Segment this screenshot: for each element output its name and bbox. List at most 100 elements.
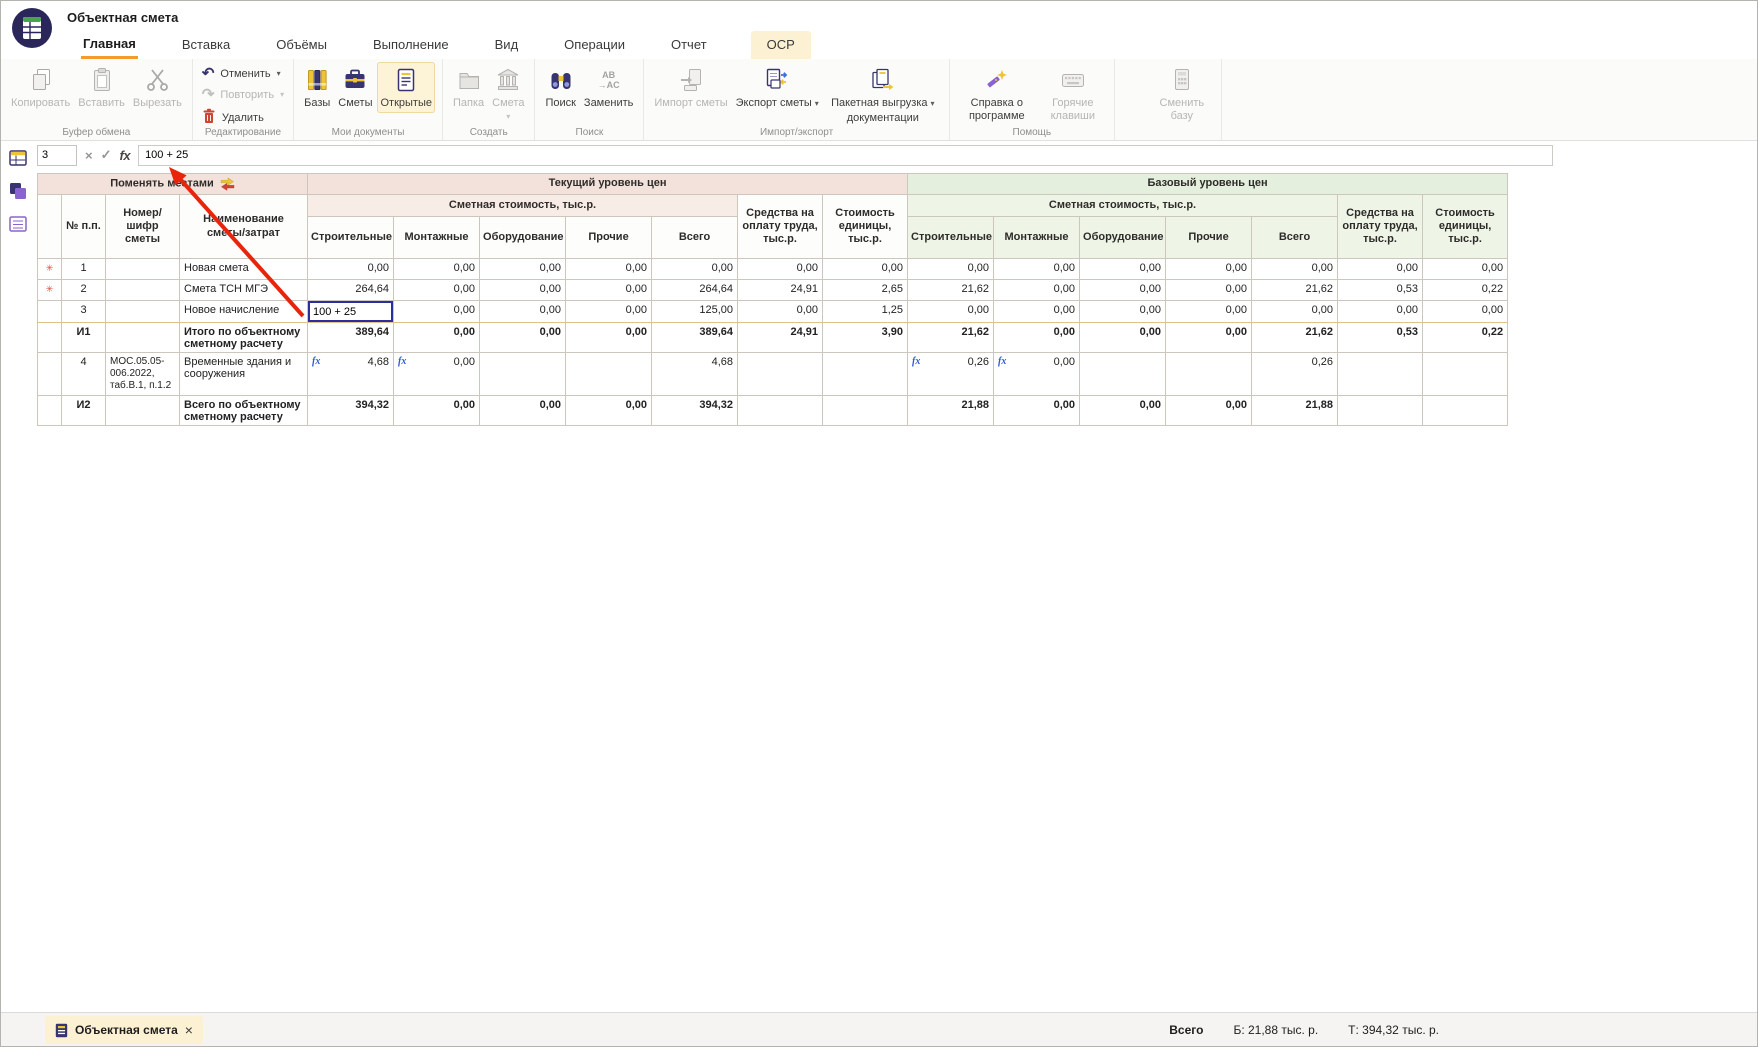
fx-icon[interactable]: fx (120, 148, 131, 163)
value-cell[interactable]: 24,91 (738, 323, 823, 353)
value-cell[interactable]: 0,00 (652, 259, 738, 280)
value-cell[interactable]: 0,00 (1166, 280, 1252, 301)
undo-button[interactable]: ↶ Отменить ▾ (200, 65, 286, 82)
value-cell[interactable]: 0,00 (908, 301, 994, 323)
redo-button[interactable]: ↷ Повторить ▾ (200, 86, 286, 103)
estimate-name-cell[interactable]: Новое начисление (180, 301, 308, 323)
cut-button[interactable]: Вырезать (130, 62, 185, 113)
value-cell[interactable]: 0,53 (1338, 280, 1423, 301)
value-cell[interactable]: 0,00 (394, 395, 480, 425)
value-cell[interactable]: 0,22 (1423, 323, 1508, 353)
value-cell[interactable]: 0,00 (566, 323, 652, 353)
row-number-cell[interactable]: И2 (62, 395, 106, 425)
value-cell[interactable]: 0,00 (1166, 395, 1252, 425)
value-cell[interactable]: 0,00 (1080, 301, 1166, 323)
value-cell[interactable]: 0,00 (1338, 301, 1423, 323)
cell-formula-input[interactable] (308, 301, 393, 322)
tab-vypolnenie[interactable]: Выполнение (371, 31, 451, 59)
value-cell[interactable]: 0,00 (566, 301, 652, 323)
value-cell[interactable]: 0,00 (394, 323, 480, 353)
cell-reference-input[interactable] (37, 145, 77, 166)
value-cell[interactable]: 0,00 (394, 301, 480, 323)
tab-operacii[interactable]: Операции (562, 31, 627, 59)
tab-vstavka[interactable]: Вставка (180, 31, 232, 59)
value-cell[interactable]: 0,00 (1252, 301, 1338, 323)
paste-button[interactable]: Вставить (75, 62, 128, 113)
value-cell[interactable] (1338, 395, 1423, 425)
panel-sections-icon[interactable] (5, 211, 31, 237)
hotkeys-button[interactable]: Горячие клавиши (1039, 62, 1107, 126)
row-number-cell[interactable]: 2 (62, 280, 106, 301)
value-cell[interactable]: 21,88 (908, 395, 994, 425)
search-button[interactable]: Поиск (542, 62, 578, 113)
row-number-cell[interactable]: 4 (62, 353, 106, 396)
value-cell[interactable]: 4,68 (652, 353, 738, 396)
value-cell[interactable] (738, 395, 823, 425)
value-cell[interactable]: 21,88 (1252, 395, 1338, 425)
value-cell[interactable] (1423, 395, 1508, 425)
estimate-name-cell[interactable]: Новая смета (180, 259, 308, 280)
value-cell[interactable]: fx4,68 (308, 353, 394, 396)
value-cell[interactable]: 0,00 (1423, 259, 1508, 280)
bases-button[interactable]: Базы (301, 62, 333, 113)
value-cell[interactable]: 0,00 (1423, 301, 1508, 323)
chevron-down-icon[interactable]: ▾ (277, 69, 281, 78)
cancel-icon[interactable]: × (85, 148, 93, 163)
value-cell[interactable] (566, 353, 652, 396)
close-icon[interactable]: × (185, 1023, 193, 1037)
value-cell[interactable]: 0,00 (480, 259, 566, 280)
value-cell[interactable]: 394,32 (652, 395, 738, 425)
value-cell[interactable] (823, 395, 908, 425)
value-cell[interactable] (1338, 353, 1423, 396)
replace-button[interactable]: AB→AC Заменить (581, 62, 636, 113)
export-estimate-button[interactable]: Экспорт сметы▾ (733, 62, 822, 113)
value-cell[interactable]: 0,00 (394, 280, 480, 301)
value-cell[interactable]: 21,62 (908, 323, 994, 353)
estimate-code-cell[interactable] (106, 301, 180, 323)
value-cell[interactable]: 0,00 (1166, 323, 1252, 353)
value-cell[interactable]: fx0,00 (394, 353, 480, 396)
value-cell[interactable]: fx0,00 (994, 353, 1080, 396)
confirm-icon[interactable]: ✓ (101, 147, 112, 163)
value-cell[interactable]: 0,00 (1166, 301, 1252, 323)
estimate-code-cell[interactable] (106, 259, 180, 280)
value-cell[interactable] (823, 353, 908, 396)
tab-obyomy[interactable]: Объёмы (274, 31, 329, 59)
tab-osr[interactable]: ОСР (751, 31, 811, 59)
value-cell[interactable]: 21,62 (1252, 323, 1338, 353)
value-cell[interactable]: 0,00 (1080, 395, 1166, 425)
value-cell[interactable]: 24,91 (738, 280, 823, 301)
value-cell[interactable]: 389,64 (652, 323, 738, 353)
chevron-down-icon[interactable]: ▾ (280, 90, 284, 99)
row-number-cell[interactable]: 1 (62, 259, 106, 280)
batch-export-button[interactable]: Пакетная выгрузка▾ документации (824, 62, 942, 128)
estimate-name-cell[interactable]: Итого по объектному сметному расчету (180, 323, 308, 353)
panel-bases-icon[interactable] (5, 145, 31, 171)
value-cell[interactable] (1080, 353, 1166, 396)
value-cell[interactable]: 264,64 (308, 280, 394, 301)
value-cell[interactable]: 0,00 (1338, 259, 1423, 280)
open-documents-button[interactable]: Открытые (377, 62, 435, 113)
value-cell[interactable] (480, 353, 566, 396)
change-base-button[interactable]: Сменить базу (1150, 62, 1214, 126)
document-tab[interactable]: Объектная смета × (45, 1016, 203, 1044)
value-cell[interactable] (308, 301, 394, 323)
delete-button[interactable]: Удалить (200, 107, 286, 128)
value-cell[interactable]: 0,00 (566, 280, 652, 301)
value-cell[interactable]: 0,00 (994, 323, 1080, 353)
import-estimate-button[interactable]: Импорт сметы (651, 62, 730, 113)
estimate-code-cell[interactable] (106, 323, 180, 353)
value-cell[interactable]: 0,00 (480, 323, 566, 353)
value-cell[interactable]: 0,00 (566, 395, 652, 425)
value-cell[interactable]: 389,64 (308, 323, 394, 353)
value-cell[interactable]: 0,00 (823, 259, 908, 280)
estimate-name-cell[interactable]: Смета ТСН МГЭ (180, 280, 308, 301)
value-cell[interactable]: 3,90 (823, 323, 908, 353)
tab-glavnaya[interactable]: Главная (81, 31, 138, 59)
chevron-down-icon[interactable]: ▾ (815, 99, 819, 108)
about-button[interactable]: Справка о программе (957, 62, 1037, 126)
estimate-code-cell[interactable] (106, 280, 180, 301)
value-cell[interactable]: 0,00 (1080, 259, 1166, 280)
value-cell[interactable]: 125,00 (652, 301, 738, 323)
value-cell[interactable]: 0,22 (1423, 280, 1508, 301)
